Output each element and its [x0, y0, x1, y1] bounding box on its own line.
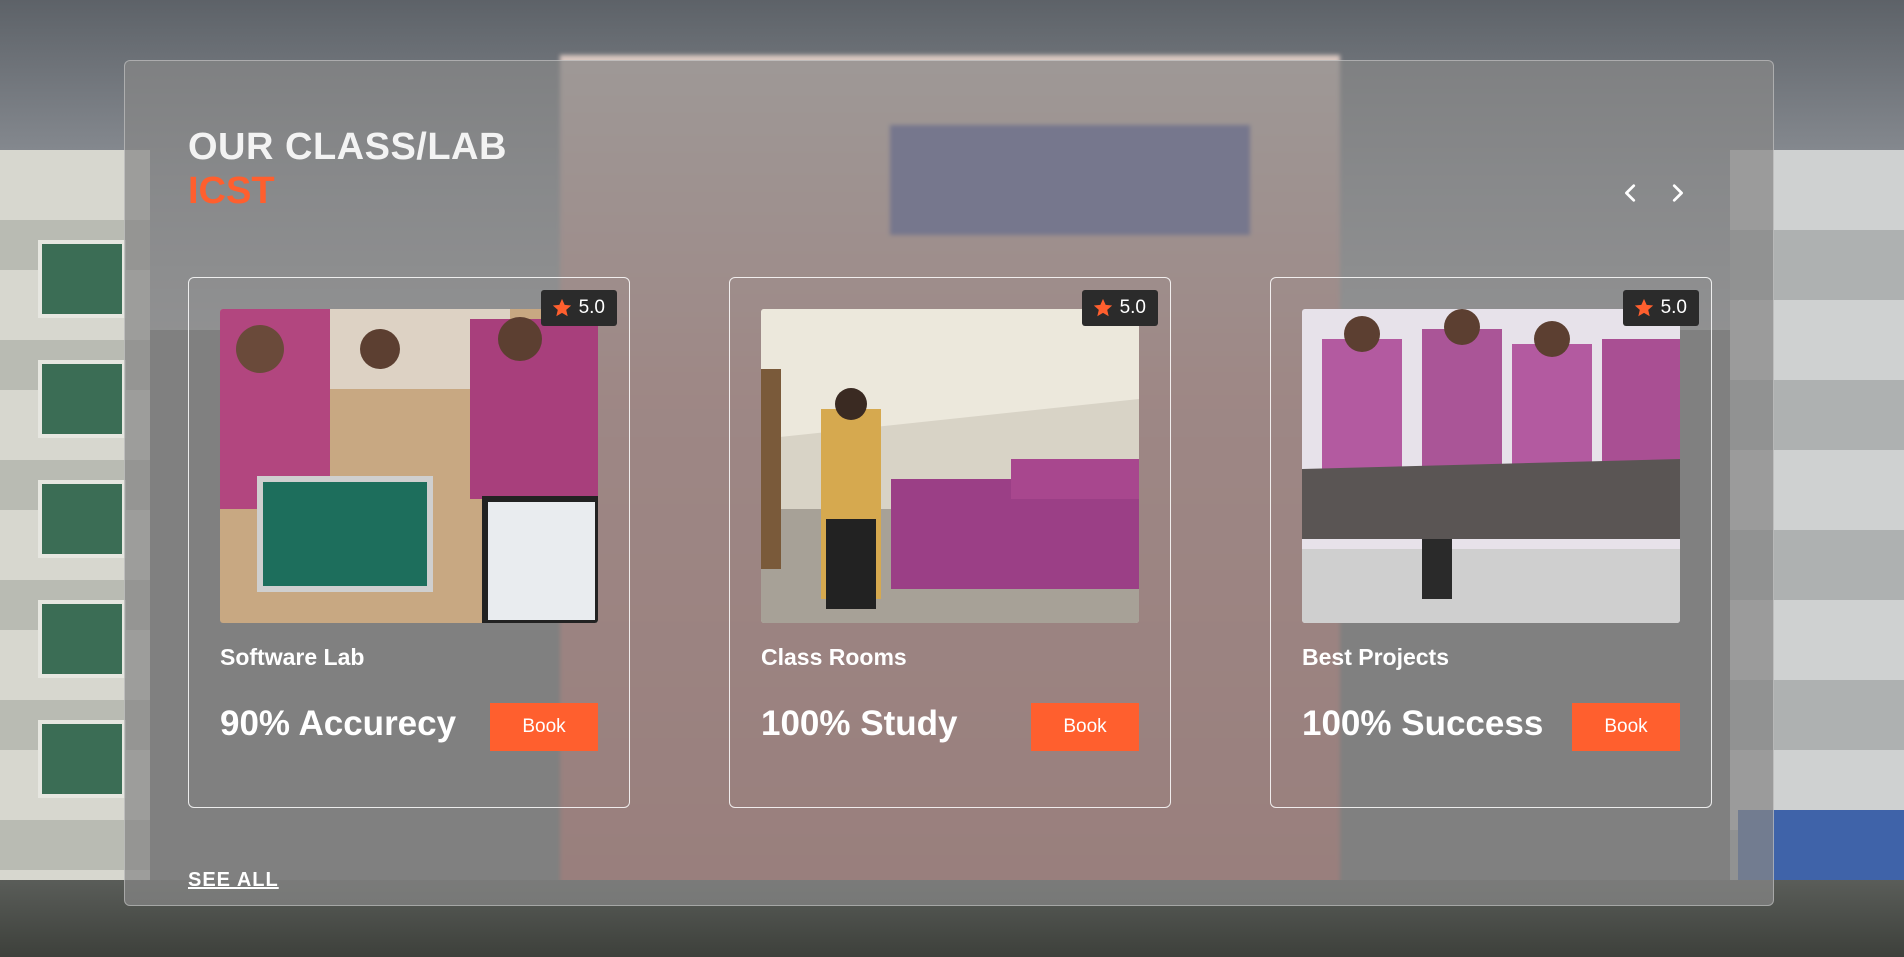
star-icon — [552, 298, 571, 317]
carousel-nav — [1615, 177, 1693, 209]
projects-photo — [1302, 309, 1680, 623]
building-window — [38, 360, 126, 438]
card-title: Class Rooms — [761, 644, 907, 670]
carousel-prev-button[interactable] — [1615, 177, 1647, 209]
section-title: OUR CLASS/LAB — [188, 126, 507, 168]
rating-value: 5.0 — [1119, 297, 1146, 318]
building-window — [38, 480, 126, 558]
building-window — [38, 720, 126, 798]
building-window — [38, 240, 126, 318]
rating-value: 5.0 — [1660, 297, 1687, 318]
book-button[interactable]: Book — [1572, 703, 1680, 751]
see-all-link[interactable]: SEE ALL — [188, 869, 279, 892]
card-stat: 100% Success — [1302, 704, 1544, 743]
card-class-rooms: 5.0 Class Rooms 100% Study Book — [729, 277, 1171, 808]
rating-badge: 5.0 — [540, 290, 617, 326]
star-icon — [1093, 298, 1112, 317]
rating-badge: 5.0 — [1622, 290, 1699, 326]
book-button[interactable]: Book — [490, 703, 598, 751]
card-photo — [1302, 309, 1680, 623]
card-stat: 100% Study — [761, 704, 958, 743]
section-subtitle: ICST — [188, 170, 275, 212]
section-heading: OUR CLASS/LAB ICST — [188, 125, 507, 213]
card-title: Software Lab — [220, 644, 365, 670]
rating-badge: 5.0 — [1081, 290, 1158, 326]
carousel-next-button[interactable] — [1661, 177, 1693, 209]
star-icon — [1634, 298, 1653, 317]
card-photo — [761, 309, 1139, 623]
classroom-photo — [761, 309, 1139, 623]
card-photo — [220, 309, 598, 623]
card-best-projects: 5.0 Best Projects 100% Success Book — [1270, 277, 1712, 808]
card-title: Best Projects — [1302, 644, 1450, 670]
card-software-lab: 5.0 Software Lab 90% Accurecy Book — [188, 277, 630, 808]
building-window — [38, 600, 126, 678]
chevron-right-icon — [1672, 184, 1683, 202]
rating-value: 5.0 — [578, 297, 605, 318]
lab-photo — [220, 309, 598, 623]
book-button[interactable]: Book — [1031, 703, 1139, 751]
chevron-left-icon — [1625, 184, 1636, 202]
card-stat: 90% Accurecy — [220, 704, 457, 743]
class-lab-panel: OUR CLASS/LAB ICST 5.0 Software Lab 90% … — [124, 60, 1774, 906]
